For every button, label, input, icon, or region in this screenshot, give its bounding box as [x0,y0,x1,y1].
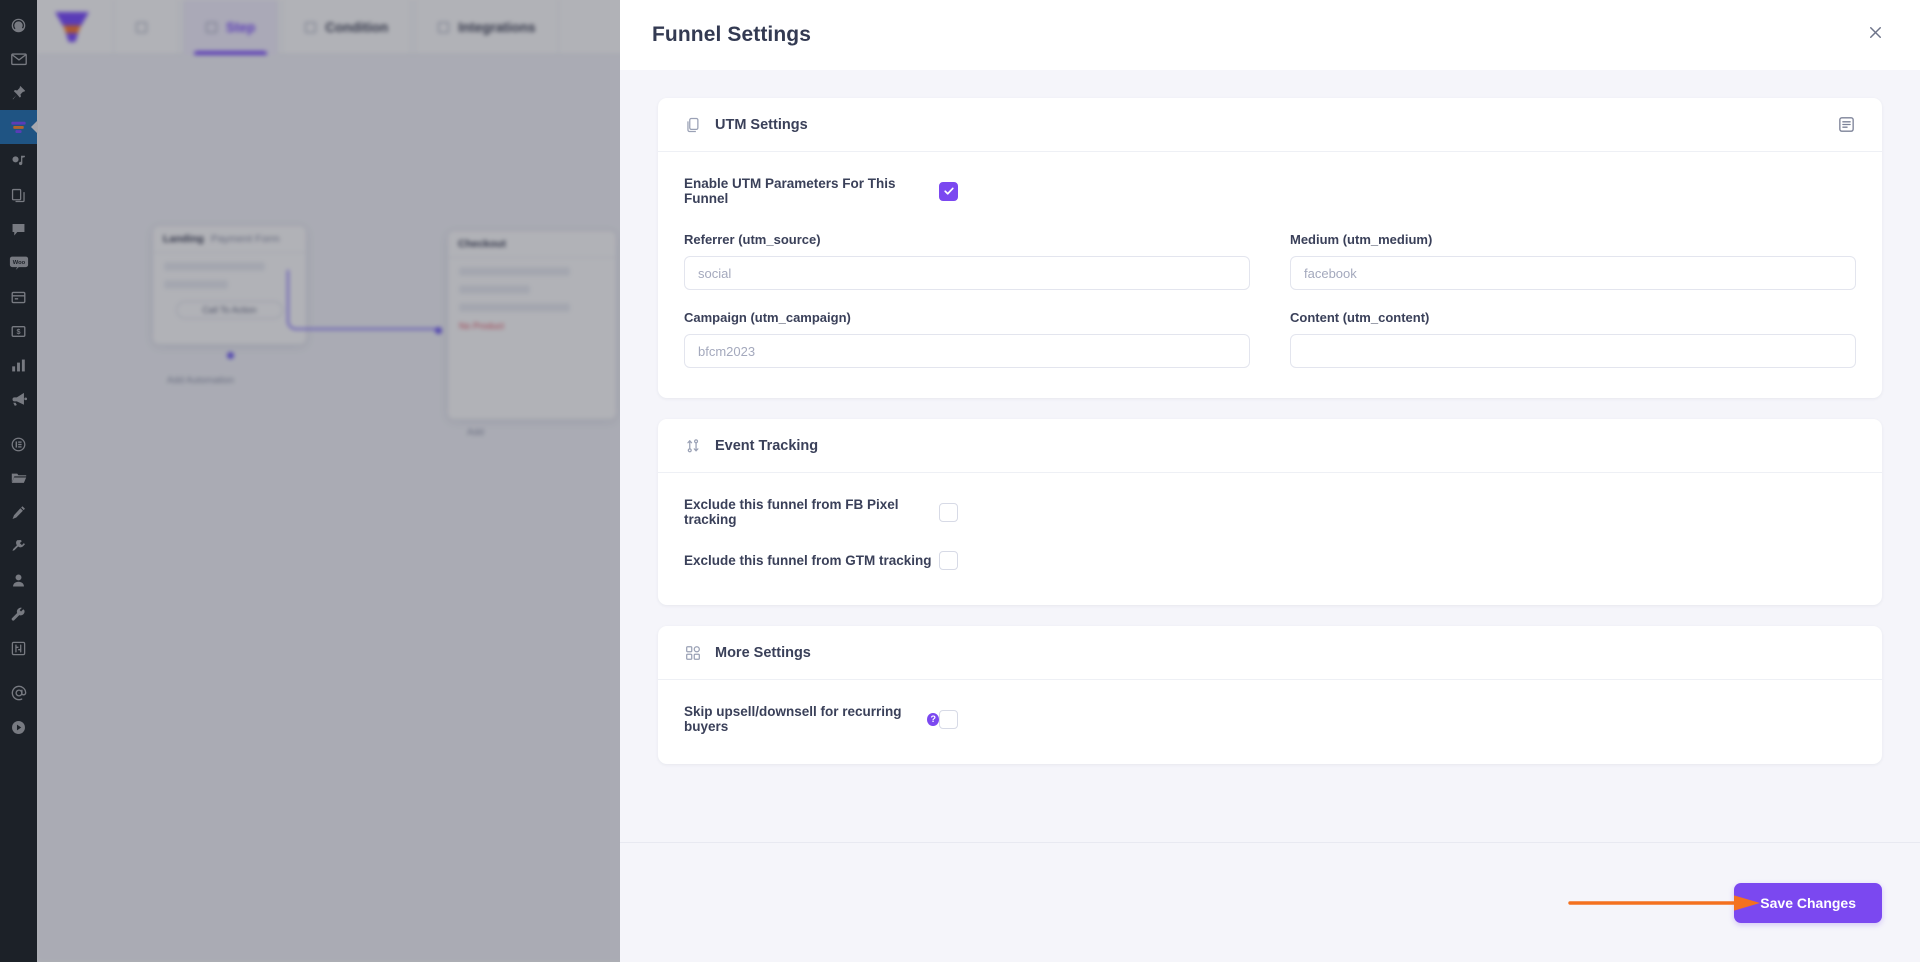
drawer-body: UTM Settings Enable UTM Parameters For T… [620,70,1920,842]
close-icon [1867,24,1884,46]
skip-upsell-checkbox[interactable] [939,709,958,729]
skip-upsell-label: Skip upsell/downsell for recurring buyer… [684,704,939,734]
exclude-gtm-label: Exclude this funnel from GTM tracking [684,552,932,568]
modal-overlay-dim[interactable] [0,0,620,962]
utm-medium-input[interactable] [1290,256,1856,290]
drawer-footer: Save Changes [620,842,1920,962]
close-button[interactable] [1858,18,1892,52]
event-tracking-body: Exclude this funnel from FB Pixel tracki… [658,473,1882,605]
utm-content-label: Content (utm_content) [1290,310,1430,325]
save-changes-button[interactable]: Save Changes [1734,882,1882,923]
more-settings-header: More Settings [658,626,1882,680]
event-tracking-header: Event Tracking [658,419,1882,473]
utm-medium-field: Medium (utm_medium) [1290,232,1856,290]
skip-upsell-label-text: Skip upsell/downsell for recurring buyer… [684,704,902,734]
more-settings-card: More Settings Skip upsell/downsell for r… [658,626,1882,764]
exclude-gtm-row: Exclude this funnel from GTM tracking [684,545,1856,575]
section-title: Event Tracking [715,437,819,454]
more-settings-body: Skip upsell/downsell for recurring buyer… [658,680,1882,764]
utm-campaign-label: Campaign (utm_campaign) [684,310,851,325]
utm-campaign-field: Campaign (utm_campaign) [684,310,1250,368]
check-icon [943,187,954,195]
utm-content-field: Content (utm_content) [1290,310,1856,368]
exclude-fb-pixel-checkbox[interactable] [939,502,958,522]
utm-source-input[interactable] [684,256,1250,290]
grid-icon [684,644,702,662]
enable-utm-row: Enable UTM Parameters For This Funnel [684,176,1856,206]
exclude-fb-pixel-row: Exclude this funnel from FB Pixel tracki… [684,497,1856,527]
utm-settings-card: UTM Settings Enable UTM Parameters For T… [658,98,1882,398]
copy-icon [684,116,702,134]
funnel-settings-drawer: Funnel Settings UTM Settings Enable UTM … [620,0,1920,962]
exclude-gtm-checkbox[interactable] [939,550,958,570]
enable-utm-label: Enable UTM Parameters For This Funnel [684,176,896,206]
utm-campaign-input[interactable] [684,334,1250,368]
utm-settings-body: Enable UTM Parameters For This Funnel Re… [658,152,1882,398]
section-title: More Settings [715,644,811,661]
enable-utm-checkbox[interactable] [939,181,958,201]
utm-content-input[interactable] [1290,334,1856,368]
note-icon[interactable] [1837,115,1856,134]
drawer-header: Funnel Settings [620,0,1920,70]
shuffle-icon [684,437,702,455]
skip-upsell-row: Skip upsell/downsell for recurring buyer… [684,704,1856,734]
screen: Woo $ Step Condition Integrations Landin… [0,0,1920,962]
page-title: Funnel Settings [652,23,811,46]
event-tracking-card: Event Tracking Exclude this funnel from … [658,419,1882,605]
utm-source-label: Referrer (utm_source) [684,232,821,247]
utm-settings-header: UTM Settings [658,98,1882,152]
section-title: UTM Settings [715,116,808,133]
help-icon[interactable]: ? [927,712,939,726]
utm-fields-grid: Referrer (utm_source) Medium (utm_medium… [684,232,1856,368]
utm-source-field: Referrer (utm_source) [684,232,1250,290]
utm-medium-label: Medium (utm_medium) [1290,232,1433,247]
exclude-fb-pixel-label: Exclude this funnel from FB Pixel tracki… [684,497,899,527]
